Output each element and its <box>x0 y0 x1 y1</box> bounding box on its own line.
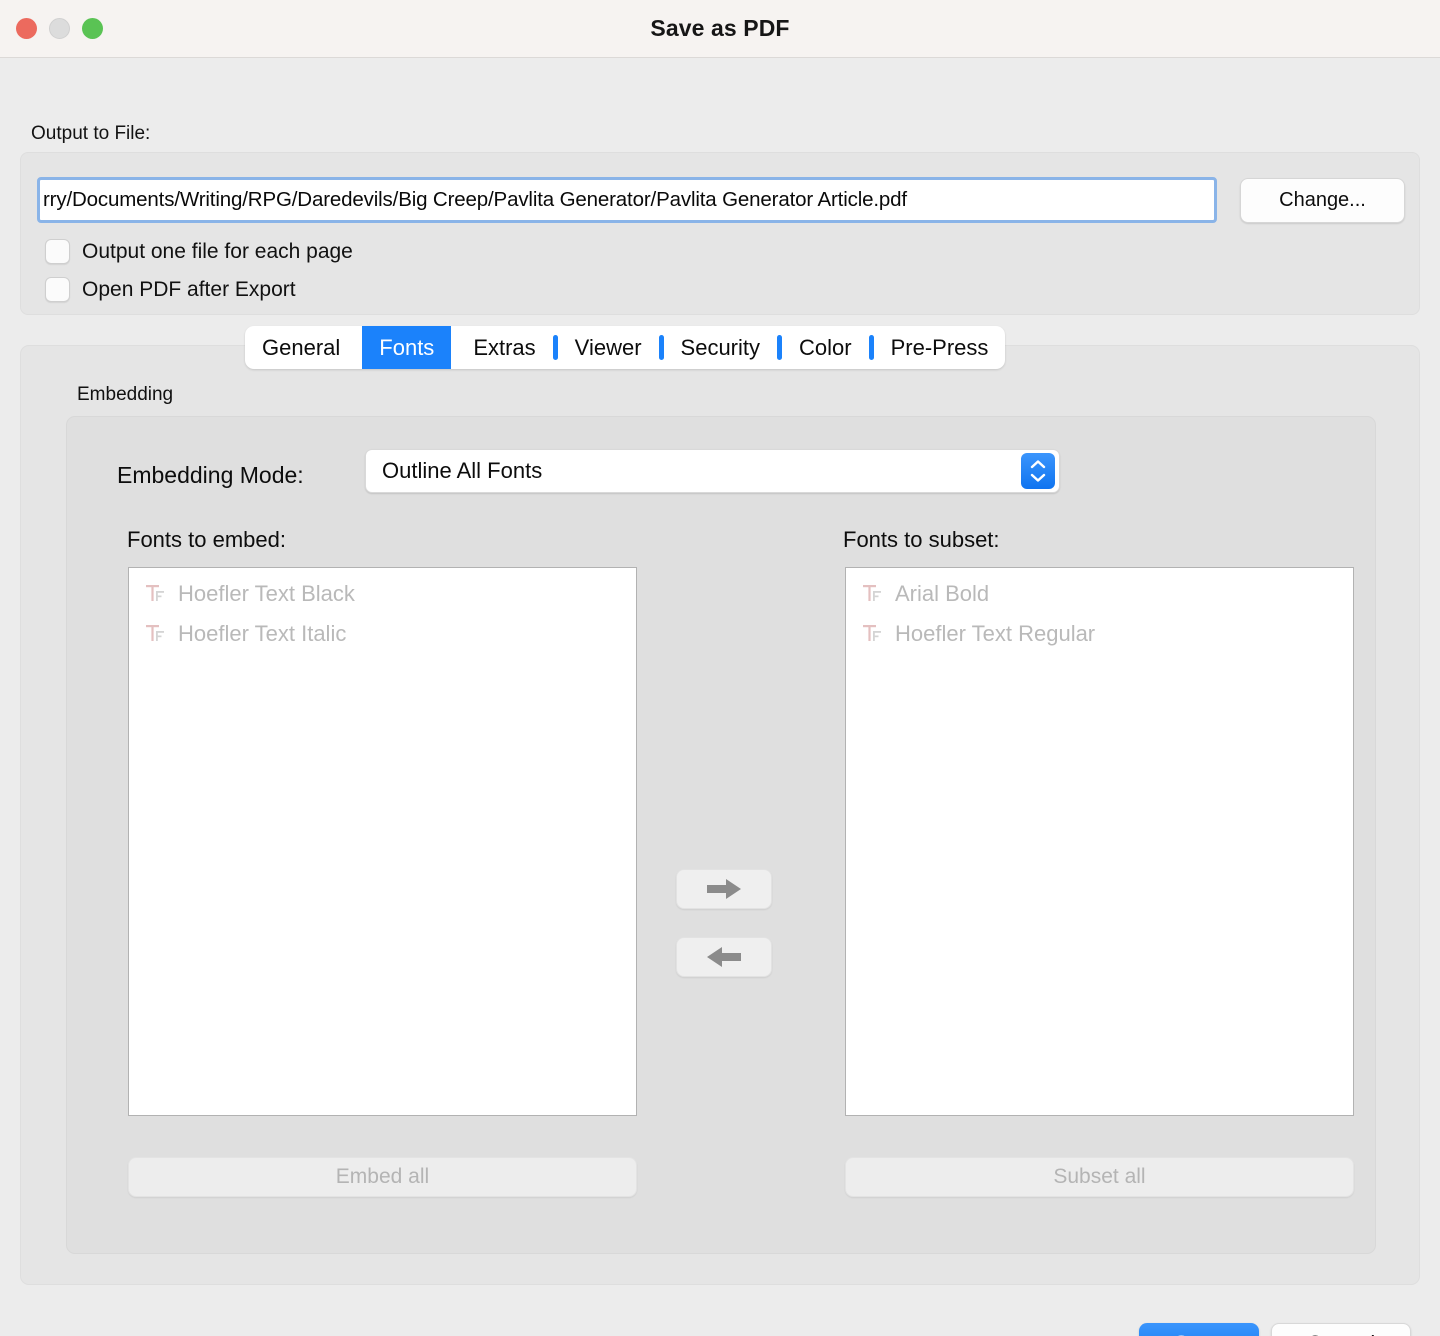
dialog-body: Output to File: rry/Documents/Writing/RP… <box>0 58 1440 1336</box>
change-path-button[interactable]: Change... <box>1240 178 1405 223</box>
tab-extras[interactable]: Extras <box>456 326 552 369</box>
tab-pre-press[interactable]: Pre-Press <box>874 326 1006 369</box>
subset-all-button[interactable]: Subset all <box>845 1157 1354 1197</box>
embed-all-button[interactable]: Embed all <box>128 1157 637 1197</box>
zoom-window-icon[interactable] <box>82 18 103 39</box>
embedding-group-title: Embedding <box>77 384 174 405</box>
arrow-left-icon <box>704 944 744 970</box>
list-item[interactable]: Hoefler Text Black <box>129 574 636 614</box>
embedding-mode-select[interactable]: Outline All Fonts <box>365 449 1060 493</box>
chevron-up-down-icon[interactable] <box>1021 453 1055 489</box>
move-to-embed-button[interactable] <box>676 937 772 977</box>
move-to-subset-button[interactable] <box>676 869 772 909</box>
minimize-window-icon[interactable] <box>49 18 70 39</box>
embedding-mode-label: Embedding Mode: <box>117 462 304 488</box>
truetype-font-icon <box>862 623 884 645</box>
font-name: Hoefler Text Black <box>178 581 355 606</box>
cancel-button[interactable]: Cancel <box>1271 1323 1411 1336</box>
output-panel: rry/Documents/Writing/RPG/Daredevils/Big… <box>20 152 1420 315</box>
fonts-to-embed-label: Fonts to embed: <box>127 527 286 552</box>
fonts-tab-panel: Embedding Embedding Mode: Outline All Fo… <box>20 345 1420 1285</box>
embedding-mode-value: Outline All Fonts <box>382 458 543 483</box>
embedding-box: Embedding Mode: Outline All Fonts Fonts … <box>66 416 1376 1254</box>
list-item[interactable]: Hoefler Text Regular <box>846 614 1353 654</box>
list-item[interactable]: Arial Bold <box>846 574 1353 614</box>
output-path-row: rry/Documents/Writing/RPG/Daredevils/Big… <box>37 177 1405 223</box>
tab-security[interactable]: Security <box>664 326 777 369</box>
font-name: Arial Bold <box>895 581 990 606</box>
open-pdf-after-export-checkbox-row[interactable]: Open PDF after Export <box>45 277 296 302</box>
font-name: Hoefler Text Italic <box>178 621 347 646</box>
truetype-font-icon <box>145 623 167 645</box>
truetype-font-icon <box>145 583 167 605</box>
output-one-file-per-page-checkbox-row[interactable]: Output one file for each page <box>45 239 353 264</box>
tab-general[interactable]: General <box>245 326 357 369</box>
window-titlebar: Save as PDF <box>0 0 1440 58</box>
tab-fonts[interactable]: Fonts <box>362 326 452 369</box>
fonts-to-subset-list[interactable]: Arial Bold Hoefler Text Regular <box>845 567 1354 1116</box>
window-title: Save as PDF <box>650 15 790 41</box>
output-to-file-label: Output to File: <box>31 123 151 144</box>
close-window-icon[interactable] <box>16 18 37 39</box>
save-as-pdf-window: Save as PDF Output to File: rry/Document… <box>0 0 1440 1336</box>
tab-viewer[interactable]: Viewer <box>558 326 659 369</box>
open-pdf-after-export-label: Open PDF after Export <box>82 277 296 301</box>
dialog-footer: Save Cancel <box>0 1303 1440 1336</box>
truetype-font-icon <box>862 583 884 605</box>
output-path-value: rry/Documents/Writing/RPG/Daredevils/Big… <box>43 188 907 211</box>
traffic-light-group <box>16 0 103 57</box>
save-button[interactable]: Save <box>1139 1323 1259 1336</box>
settings-tabbar: General Fonts Extras Viewer Security Col… <box>245 326 1006 369</box>
tab-color[interactable]: Color <box>782 326 869 369</box>
open-pdf-after-export-checkbox[interactable] <box>45 277 70 302</box>
output-one-file-per-page-checkbox[interactable] <box>45 239 70 264</box>
output-one-file-per-page-label: Output one file for each page <box>82 239 353 263</box>
fonts-to-subset-label: Fonts to subset: <box>843 527 1000 552</box>
list-item[interactable]: Hoefler Text Italic <box>129 614 636 654</box>
output-path-input[interactable]: rry/Documents/Writing/RPG/Daredevils/Big… <box>37 177 1217 223</box>
arrow-right-icon <box>704 876 744 902</box>
font-name: Hoefler Text Regular <box>895 621 1096 646</box>
fonts-to-embed-list[interactable]: Hoefler Text Black Hoefler Text Italic <box>128 567 637 1116</box>
